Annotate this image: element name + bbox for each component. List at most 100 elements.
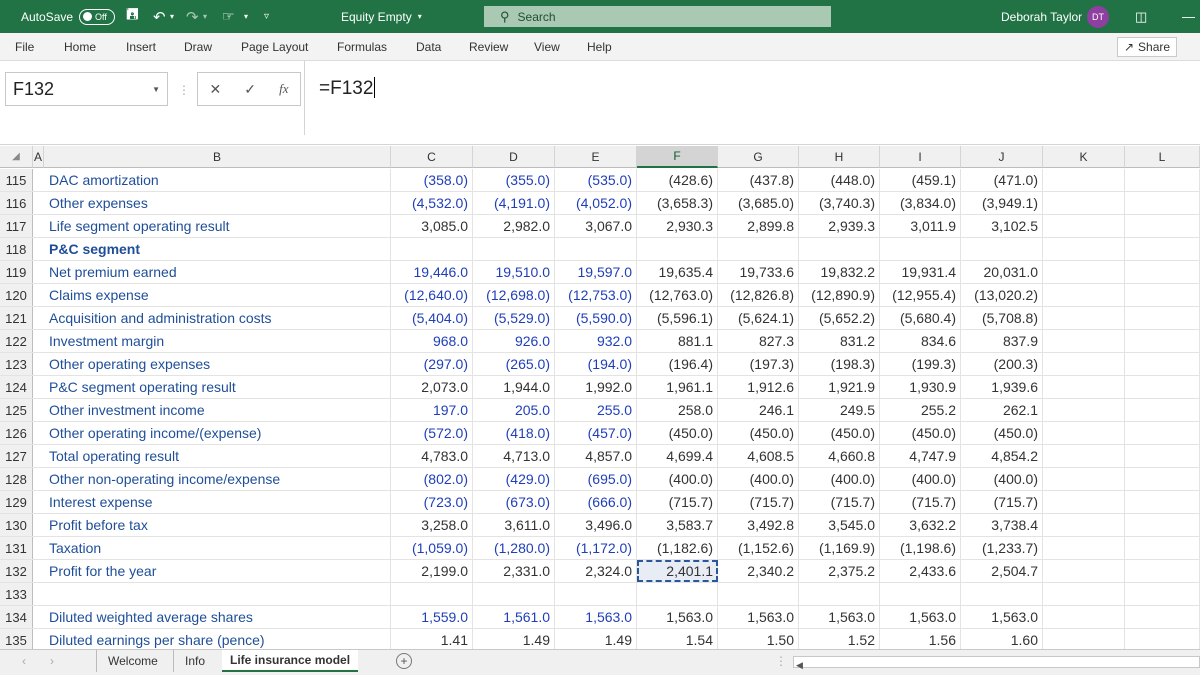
data-cell-c131[interactable]: (1,059.0): [391, 537, 473, 559]
data-cell-c115[interactable]: (358.0): [391, 169, 473, 191]
row-header[interactable]: 122: [0, 330, 33, 352]
row-header[interactable]: 132: [0, 560, 33, 582]
data-cell-k124[interactable]: [1043, 376, 1125, 398]
data-cell-g116[interactable]: (3,685.0): [718, 192, 799, 214]
row-header[interactable]: 124: [0, 376, 33, 398]
data-cell-d124[interactable]: 1,944.0: [473, 376, 555, 398]
autosave[interactable]: AutoSave Off: [21, 0, 116, 33]
data-cell-i132[interactable]: 2,433.6: [880, 560, 961, 582]
data-cell-e125[interactable]: 255.0: [555, 399, 637, 421]
data-cell-f134[interactable]: 1,563.0: [637, 606, 718, 628]
data-cell-f127[interactable]: 4,699.4: [637, 445, 718, 467]
column-header-e[interactable]: E: [555, 146, 637, 168]
data-cell-f135[interactable]: 1.54: [637, 629, 718, 649]
data-cell-k134[interactable]: [1043, 606, 1125, 628]
row-header[interactable]: 121: [0, 307, 33, 329]
row-header[interactable]: 129: [0, 491, 33, 513]
data-cell-c130[interactable]: 3,258.0: [391, 514, 473, 536]
add-sheet-icon[interactable]: +: [396, 653, 412, 669]
data-cell-e115[interactable]: (535.0): [555, 169, 637, 191]
data-cell-c132[interactable]: 2,199.0: [391, 560, 473, 582]
data-cell-d133[interactable]: [473, 583, 555, 605]
data-cell-f116[interactable]: (3,658.3): [637, 192, 718, 214]
data-cell-d130[interactable]: 3,611.0: [473, 514, 555, 536]
row-label-cell[interactable]: [44, 583, 391, 605]
data-cell-i129[interactable]: (715.7): [880, 491, 961, 513]
tab-view[interactable]: View: [534, 33, 560, 61]
data-cell-f124[interactable]: 1,961.1: [637, 376, 718, 398]
row-label-cell[interactable]: Net premium earned: [44, 261, 391, 283]
column-header-k[interactable]: K: [1043, 146, 1125, 168]
data-cell-j132[interactable]: 2,504.7: [961, 560, 1043, 582]
column-header-c[interactable]: C: [391, 146, 473, 168]
data-cell-j128[interactable]: (400.0): [961, 468, 1043, 490]
data-cell-j122[interactable]: 837.9: [961, 330, 1043, 352]
data-cell-d127[interactable]: 4,713.0: [473, 445, 555, 467]
data-cell-d121[interactable]: (5,529.0): [473, 307, 555, 329]
column-header-g[interactable]: G: [718, 146, 799, 168]
row-label-cell[interactable]: Profit for the year: [44, 560, 391, 582]
row-header[interactable]: 123: [0, 353, 33, 375]
sheet-tab-welcome[interactable]: Welcome: [96, 650, 158, 672]
data-cell-k126[interactable]: [1043, 422, 1125, 444]
row-label-cell[interactable]: P&C segment: [44, 238, 391, 260]
sheet-tab-info[interactable]: Info: [173, 650, 205, 672]
chevron-down-icon[interactable]: ▼: [152, 85, 160, 94]
data-cell-j116[interactable]: (3,949.1): [961, 192, 1043, 214]
data-cell-i121[interactable]: (5,680.4): [880, 307, 961, 329]
data-cell-c120[interactable]: (12,640.0): [391, 284, 473, 306]
share-button[interactable]: ↗ Share: [1117, 37, 1177, 57]
data-cell-e118[interactable]: [555, 238, 637, 260]
data-cell-g127[interactable]: 4,608.5: [718, 445, 799, 467]
row-header[interactable]: 135: [0, 629, 33, 649]
data-cell-d119[interactable]: 19,510.0: [473, 261, 555, 283]
data-cell-f115[interactable]: (428.6): [637, 169, 718, 191]
row-header[interactable]: 130: [0, 514, 33, 536]
data-cell-l121[interactable]: [1125, 307, 1200, 329]
data-cell-g118[interactable]: [718, 238, 799, 260]
data-cell-i130[interactable]: 3,632.2: [880, 514, 961, 536]
row-label-cell[interactable]: Investment margin: [44, 330, 391, 352]
data-cell-k120[interactable]: [1043, 284, 1125, 306]
data-cell-e126[interactable]: (457.0): [555, 422, 637, 444]
data-cell-j127[interactable]: 4,854.2: [961, 445, 1043, 467]
row-label-cell[interactable]: Diluted weighted average shares: [44, 606, 391, 628]
ribbon-display-options-icon[interactable]: ◫: [1135, 0, 1147, 33]
data-cell-e122[interactable]: 932.0: [555, 330, 637, 352]
data-cell-h126[interactable]: (450.0): [799, 422, 880, 444]
data-cell-i125[interactable]: 255.2: [880, 399, 961, 421]
data-cell-f117[interactable]: 2,930.3: [637, 215, 718, 237]
data-cell-g123[interactable]: (197.3): [718, 353, 799, 375]
row-header[interactable]: 118: [0, 238, 33, 260]
data-cell-h129[interactable]: (715.7): [799, 491, 880, 513]
column-header-i[interactable]: I: [880, 146, 961, 168]
tab-formulas[interactable]: Formulas: [337, 33, 387, 61]
data-cell-l122[interactable]: [1125, 330, 1200, 352]
data-cell-f118[interactable]: [637, 238, 718, 260]
data-cell-c126[interactable]: (572.0): [391, 422, 473, 444]
data-cell-h118[interactable]: [799, 238, 880, 260]
data-cell-l133[interactable]: [1125, 583, 1200, 605]
data-cell-e129[interactable]: (666.0): [555, 491, 637, 513]
data-cell-e117[interactable]: 3,067.0: [555, 215, 637, 237]
data-cell-d122[interactable]: 926.0: [473, 330, 555, 352]
data-cell-g132[interactable]: 2,340.2: [718, 560, 799, 582]
data-cell-c122[interactable]: 968.0: [391, 330, 473, 352]
data-cell-f125[interactable]: 258.0: [637, 399, 718, 421]
scroll-right-icon[interactable]: ›: [50, 650, 54, 672]
data-cell-l129[interactable]: [1125, 491, 1200, 513]
data-cell-k119[interactable]: [1043, 261, 1125, 283]
row-label-cell[interactable]: Taxation: [44, 537, 391, 559]
undo-icon[interactable]: ↶: [153, 0, 166, 33]
data-cell-l131[interactable]: [1125, 537, 1200, 559]
insert-function-icon[interactable]: fx: [279, 81, 288, 97]
data-cell-d129[interactable]: (673.0): [473, 491, 555, 513]
data-cell-i124[interactable]: 1,930.9: [880, 376, 961, 398]
data-cell-e130[interactable]: 3,496.0: [555, 514, 637, 536]
data-cell-h134[interactable]: 1,563.0: [799, 606, 880, 628]
column-header-a[interactable]: A: [33, 146, 44, 168]
data-cell-c133[interactable]: [391, 583, 473, 605]
tab-help[interactable]: Help: [587, 33, 612, 61]
data-cell-f122[interactable]: 881.1: [637, 330, 718, 352]
document-title[interactable]: Equity Empty ▾: [341, 0, 422, 33]
